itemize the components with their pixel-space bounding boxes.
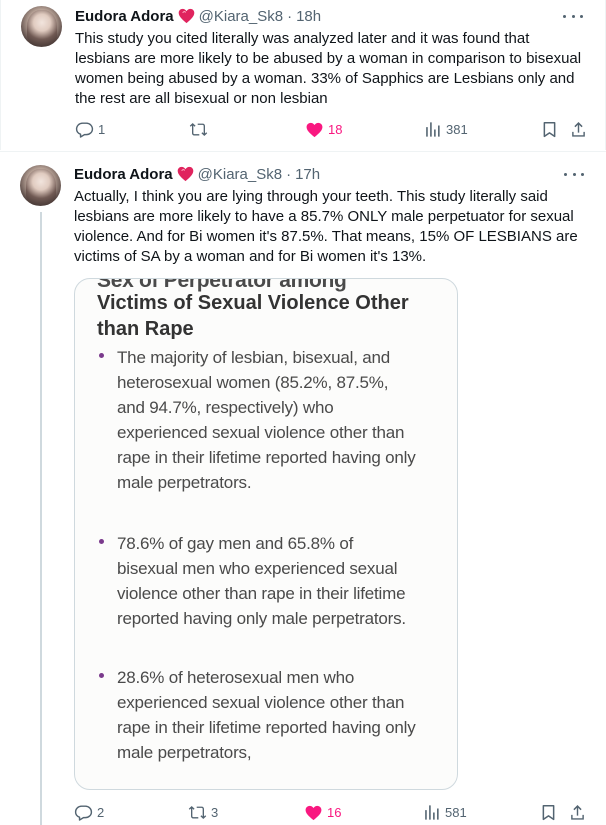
repost-button[interactable]: 3: [188, 802, 218, 822]
tweet-time[interactable]: 18h: [296, 8, 321, 25]
tweet-text: This study you cited literally was analy…: [75, 30, 582, 107]
author-handle[interactable]: @Kiara_Sk8: [199, 8, 283, 25]
separator-dot: ·: [286, 165, 292, 183]
image-bullet-text: 28.6% of heterosexual men who experience…: [117, 668, 416, 762]
separator-dot: ·: [287, 7, 293, 25]
red-heart-badge-icon: [177, 166, 193, 182]
like-button[interactable]: 16: [304, 802, 341, 822]
avatar[interactable]: [20, 165, 61, 206]
avatar[interactable]: [21, 6, 62, 47]
views-button[interactable]: 581: [422, 802, 467, 822]
image-title: Victims of Sexual Violence Other than Ra…: [97, 292, 409, 340]
tweet-image[interactable]: Sex of Perpetrator among Victims of Sexu…: [74, 278, 458, 790]
repost-icon: [189, 122, 208, 136]
image-bullet-text: The majority of lesbian, bisexual, and h…: [117, 348, 416, 492]
tweet[interactable]: Eudora Adora @Kiara_Sk8 · 17h Actually, …: [0, 151, 606, 825]
tweet-actions: 2 3 16 581: [74, 802, 594, 822]
tweet-actions: 1 18 381: [75, 119, 595, 139]
reply-button[interactable]: 1: [75, 119, 105, 139]
repost-count: 3: [211, 804, 219, 820]
red-heart-badge-icon: [178, 8, 194, 24]
reply-button[interactable]: 2: [74, 802, 104, 822]
like-button[interactable]: 18: [305, 119, 342, 139]
tweet-header: Eudora Adora @Kiara_Sk8 · 18h: [75, 7, 321, 25]
repost-button[interactable]: [189, 119, 212, 139]
repost-icon: [188, 805, 207, 819]
share-icon: [572, 121, 585, 137]
share-button[interactable]: [569, 119, 588, 139]
like-icon: [306, 122, 323, 137]
thread-line: [40, 212, 42, 825]
reply-icon: [74, 804, 93, 821]
like-count: 16: [327, 804, 342, 820]
like-count: 18: [328, 121, 343, 137]
tweet-text: Actually, I think you are lying through …: [74, 188, 578, 265]
views-icon: [426, 121, 440, 137]
like-icon: [305, 805, 322, 820]
tweet-header: Eudora Adora @Kiara_Sk8 · 17h: [74, 165, 320, 183]
bookmark-button[interactable]: [540, 119, 559, 139]
share-button[interactable]: [568, 802, 587, 822]
author-handle[interactable]: @Kiara_Sk8: [198, 166, 282, 183]
reply-count: 2: [97, 804, 105, 820]
views-button[interactable]: 381: [423, 119, 468, 139]
share-icon: [571, 804, 584, 820]
author-name[interactable]: Eudora Adora: [75, 8, 174, 25]
bookmark-button[interactable]: [539, 802, 558, 822]
more-icon[interactable]: [563, 11, 583, 21]
tweet-time[interactable]: 17h: [295, 166, 320, 183]
views-count: 381: [446, 121, 468, 137]
views-count: 581: [445, 804, 467, 820]
bookmark-icon: [543, 121, 556, 137]
author-name[interactable]: Eudora Adora: [74, 166, 173, 183]
image-bullet-text: 78.6% of gay men and 65.8% of bisexual m…: [117, 534, 406, 628]
reply-icon: [75, 121, 94, 138]
tweet[interactable]: Eudora Adora @Kiara_Sk8 · 18h This study…: [0, 0, 606, 150]
reply-count: 1: [98, 121, 106, 137]
more-icon[interactable]: [564, 169, 584, 179]
bookmark-icon: [542, 804, 555, 820]
views-icon: [425, 804, 439, 820]
